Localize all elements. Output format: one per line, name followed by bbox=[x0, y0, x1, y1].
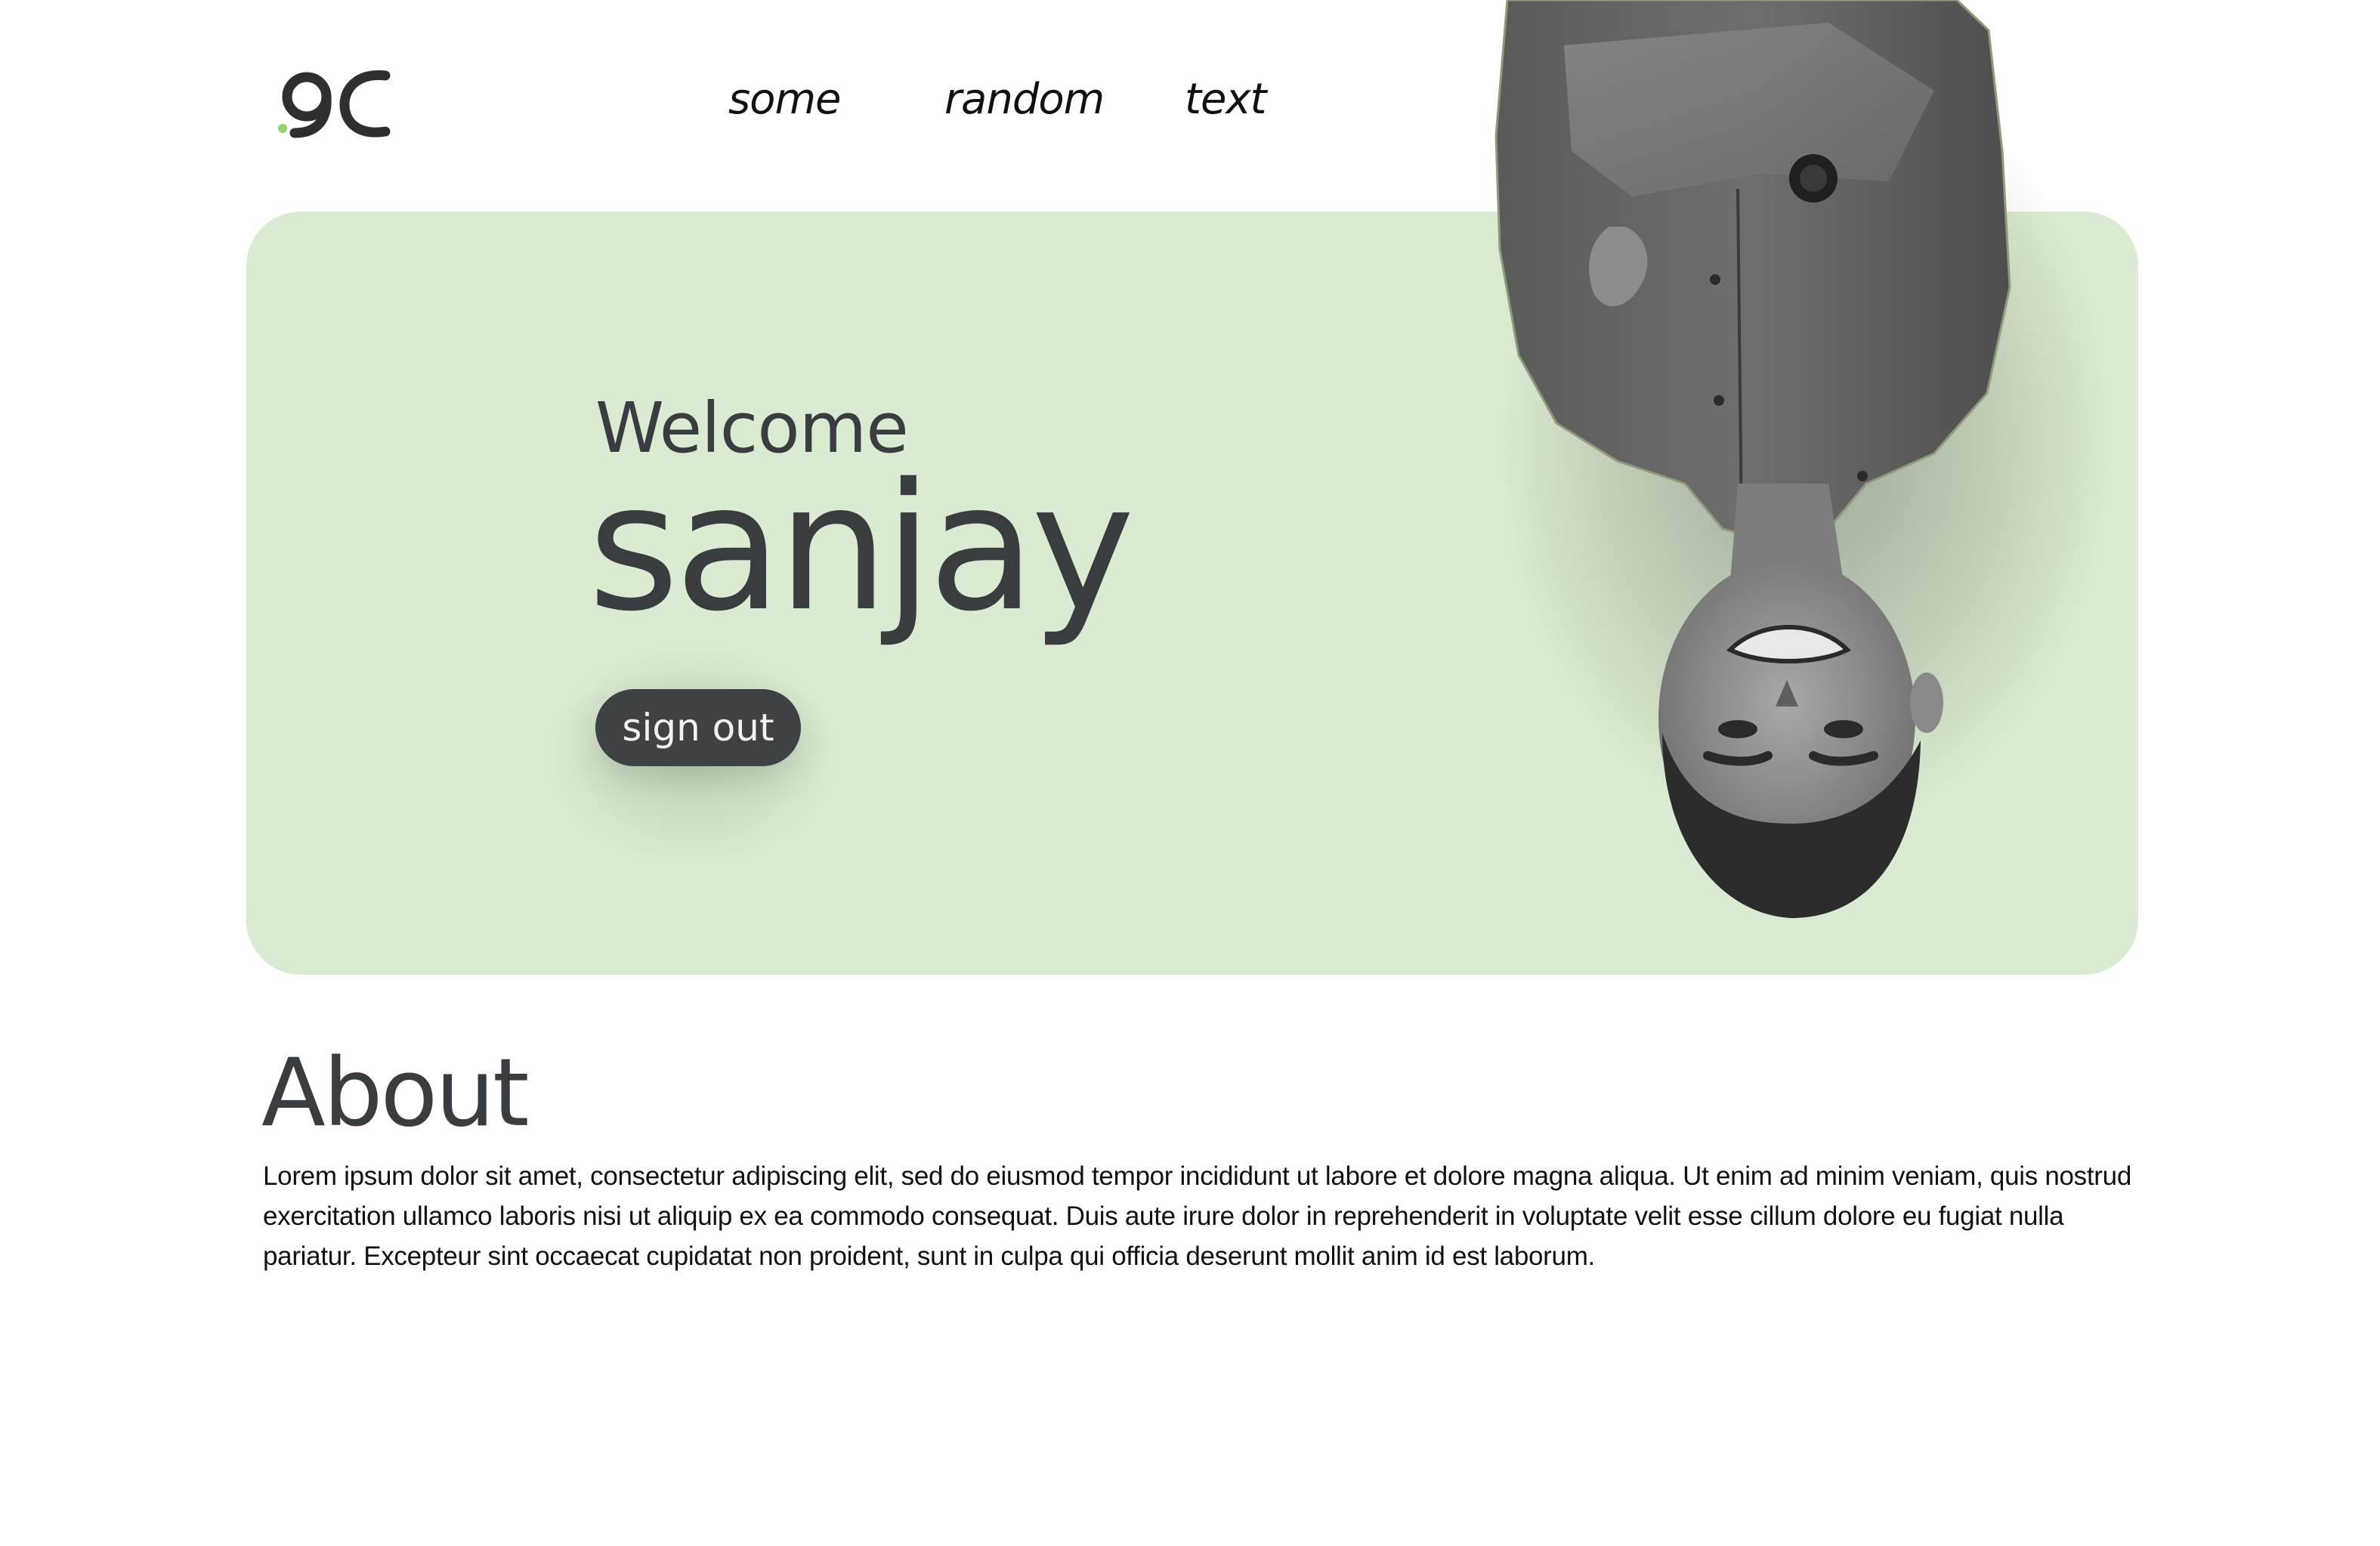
user-name-heading: sanjay bbox=[588, 446, 1135, 650]
profile-photo bbox=[1494, 0, 2011, 918]
logo-accent-dot bbox=[278, 124, 287, 133]
about-heading: About bbox=[261, 1039, 530, 1148]
logo[interactable] bbox=[272, 66, 400, 139]
nav-link-some[interactable]: some bbox=[728, 70, 841, 130]
nav-link-text[interactable]: text bbox=[1185, 70, 1267, 130]
nav-link-random[interactable]: random bbox=[944, 70, 1105, 130]
page: some random text Welcome sanjay sign out bbox=[0, 0, 2380, 1546]
about-paragraph: Lorem ipsum dolor sit amet, consectetur … bbox=[263, 1161, 2131, 1271]
sign-out-button[interactable]: sign out bbox=[595, 689, 801, 766]
